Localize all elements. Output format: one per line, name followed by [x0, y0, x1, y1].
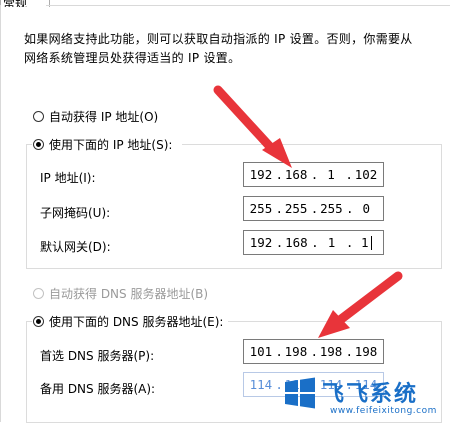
dot: .	[310, 201, 319, 216]
octet: 255	[249, 201, 273, 216]
gateway-input[interactable]: 192. 168. 1. 1	[243, 230, 384, 255]
tab-general[interactable]: 常规	[0, 0, 50, 7]
radio-manual-dns[interactable]: 使用下面的 DNS 服务器地址(E):	[33, 312, 228, 330]
dot: .	[275, 235, 284, 250]
dot: .	[311, 235, 319, 250]
preferred-dns-input[interactable]: 101. 198. 198. 198	[243, 339, 384, 364]
ip-group-line-left	[26, 144, 32, 145]
dot: .	[310, 344, 318, 359]
dot: .	[310, 167, 319, 182]
octet: 198	[354, 344, 378, 359]
info-text: 如果网络支持此功能，则可以获取自动指派的 IP 设置。否则，你需要从网络系统管理…	[24, 32, 413, 65]
radio-auto-ip[interactable]: 自动获得 IP 地址(O)	[33, 107, 158, 125]
watermark-url: www.feifeixitong.com	[330, 406, 437, 416]
radio-auto-ip-circle[interactable]	[33, 110, 44, 122]
dot: .	[345, 235, 354, 250]
octet: 114	[249, 377, 273, 392]
dot: .	[345, 201, 354, 216]
dot: .	[345, 167, 353, 182]
radio-auto-dns-label: 自动获得 DNS 服务器地址(B)	[49, 286, 209, 301]
octet: 1	[327, 167, 335, 182]
dot: .	[275, 201, 284, 216]
text-caret	[370, 236, 372, 251]
gateway-label: 默认网关(D):	[40, 240, 111, 254]
dot: .	[275, 167, 284, 182]
octet: 255	[284, 201, 308, 216]
ip-address-input[interactable]: 192. 168. 1. 102	[243, 162, 384, 187]
octet: 198	[284, 344, 308, 359]
octet: 192	[249, 235, 273, 250]
dot: .	[345, 344, 354, 359]
octet: 101	[249, 344, 273, 359]
tab-general-label: 常规	[3, 0, 28, 7]
watermark-brand: 飞飞系统	[322, 382, 419, 407]
dns-group-line-right	[228, 321, 441, 322]
octet: 255	[320, 201, 343, 216]
octet: 168	[284, 167, 308, 182]
octet: 1	[361, 234, 369, 250]
subnet-mask-input[interactable]: 255. 255. 255. 0	[243, 196, 384, 221]
octet: 102	[354, 167, 378, 182]
radio-manual-ip-circle[interactable]	[33, 138, 44, 150]
windows-logo-icon	[285, 377, 315, 409]
radio-manual-ip[interactable]: 使用下面的 IP 地址(S):	[33, 135, 177, 153]
preferred-dns-label: 首选 DNS 服务器(P):	[40, 349, 155, 363]
radio-manual-ip-label: 使用下面的 IP 地址(S):	[49, 137, 173, 152]
panel-border-left	[0, 5, 1, 422]
radio-auto-dns-circle[interactable]	[33, 287, 44, 299]
octet: 1	[327, 235, 336, 250]
dot: .	[275, 377, 283, 392]
radio-auto-dns[interactable]: 自动获得 DNS 服务器地址(B)	[33, 284, 208, 302]
radio-manual-dns-label: 使用下面的 DNS 服务器地址(E):	[49, 314, 224, 329]
octet: 198	[319, 344, 343, 359]
radio-manual-dns-circle[interactable]	[33, 315, 44, 327]
ip-group-line-right	[182, 144, 441, 145]
panel-border	[46, 5, 450, 6]
dns-group-line-left	[26, 321, 32, 322]
dot: .	[275, 344, 283, 359]
subnet-mask-label: 子网掩码(U):	[40, 206, 111, 220]
octet: 168	[285, 235, 308, 250]
octet-with-caret: 1	[355, 235, 377, 251]
ip-address-label: IP 地址(I):	[40, 171, 96, 185]
octet: 192	[249, 167, 273, 182]
alternate-dns-label: 备用 DNS 服务器(A):	[40, 382, 156, 396]
radio-auto-ip-label: 自动获得 IP 地址(O)	[49, 109, 159, 124]
octet: 0	[362, 201, 371, 216]
